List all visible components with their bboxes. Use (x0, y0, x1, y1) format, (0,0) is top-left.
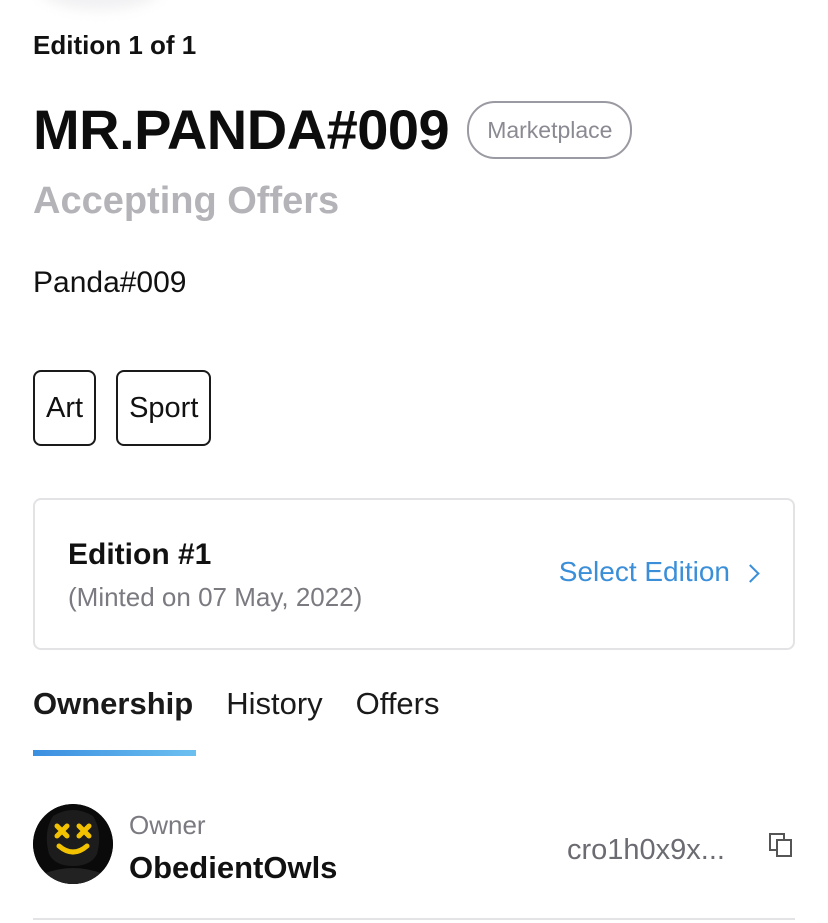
owner-address: cro1h0x9x... (567, 834, 725, 866)
chevron-right-icon (741, 563, 760, 583)
tab-offers[interactable]: Offers (356, 686, 440, 722)
edition-name: Edition #1 (68, 538, 212, 571)
select-edition-button[interactable]: Select Edition (558, 556, 760, 588)
nft-description: Panda#009 (33, 266, 187, 299)
active-tab-indicator (33, 750, 196, 756)
listing-status: Accepting Offers (33, 180, 340, 222)
tab-ownership[interactable]: Ownership (33, 686, 193, 722)
tag-list: Art Sport (33, 370, 212, 446)
edition-minted-date: (Minted on 07 May, 2022) (68, 582, 363, 612)
title-row: MR.PANDA#009 Marketplace (33, 96, 633, 164)
tab-bar: Ownership History Offers (33, 686, 440, 722)
tag-sport[interactable]: Sport (116, 370, 212, 446)
owner-avatar[interactable] (33, 804, 113, 884)
marshmello-avatar-icon (33, 804, 113, 884)
tag-art[interactable]: Art (33, 370, 97, 446)
nft-title: MR.PANDA#009 (33, 98, 450, 161)
copy-icon[interactable] (768, 832, 794, 858)
owner-row: Owner ObedientOwls cro1h0x9x... (33, 804, 795, 894)
owner-name[interactable]: ObedientOwls (129, 850, 337, 886)
bottom-divider (33, 918, 795, 920)
owner-label: Owner (129, 810, 206, 840)
tab-history[interactable]: History (226, 686, 322, 722)
top-decoration (40, 0, 160, 10)
edition-count: Edition 1 of 1 (33, 30, 197, 60)
edition-card: Edition #1 (Minted on 07 May, 2022) Sele… (33, 498, 795, 650)
select-edition-label: Select Edition (558, 556, 730, 587)
marketplace-badge: Marketplace (467, 101, 633, 159)
